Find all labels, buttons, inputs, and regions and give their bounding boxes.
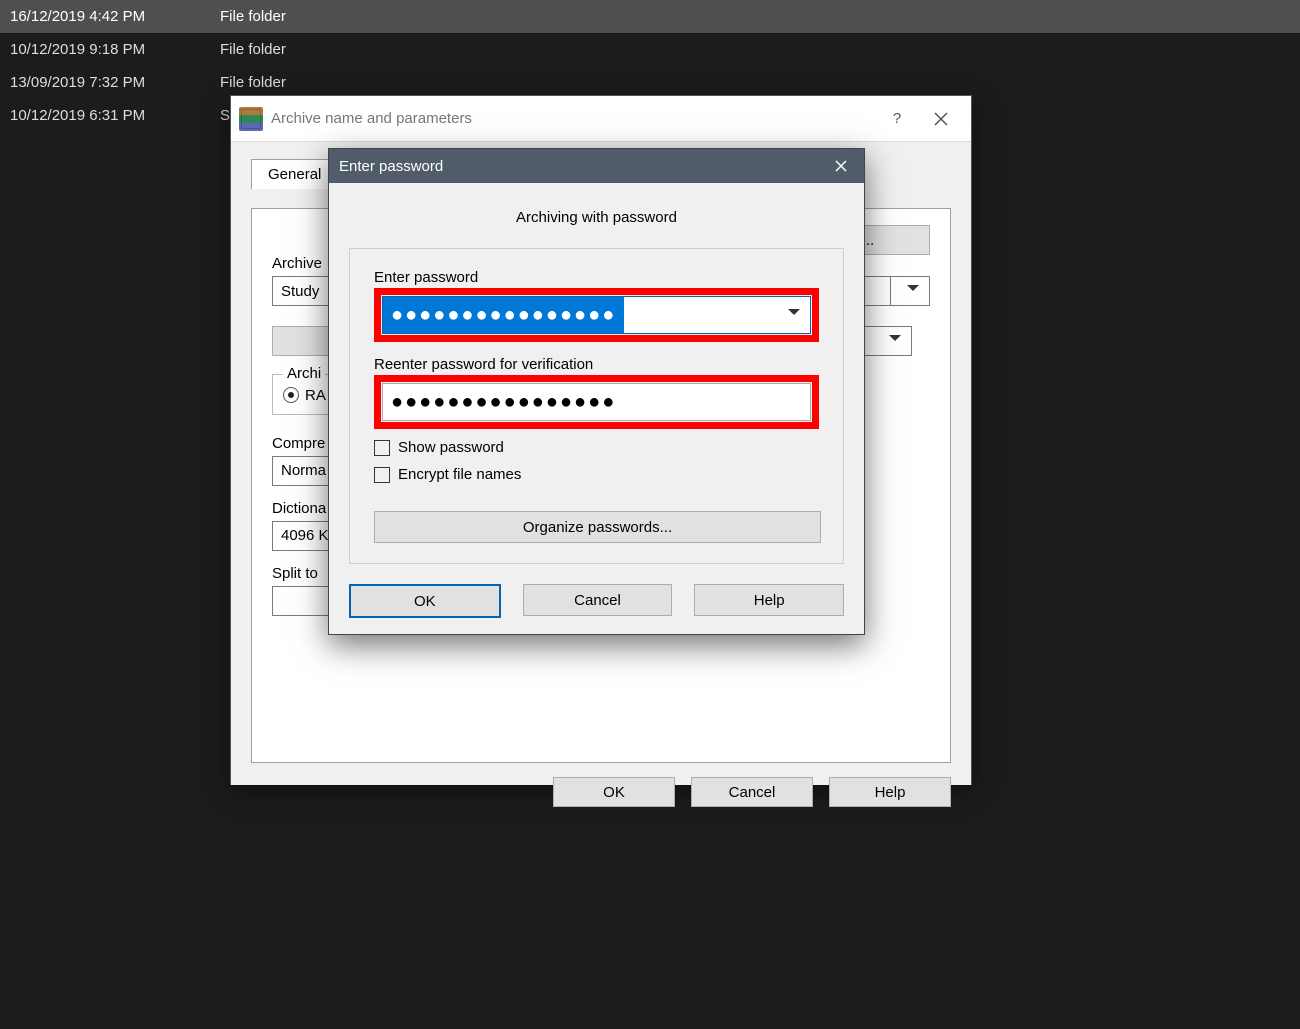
file-date: 13/09/2019 7:32 PM <box>0 74 210 91</box>
password-help-button[interactable]: Help <box>694 584 844 616</box>
format-rar-radio[interactable]: RA <box>283 387 326 404</box>
dialog-title: Archive name and parameters <box>271 110 472 127</box>
tab-general[interactable]: General <box>251 159 338 189</box>
password-subtitle: Archiving with password <box>349 209 844 226</box>
file-date: 10/12/2019 6:31 PM <box>0 107 210 124</box>
password-cancel-button[interactable]: Cancel <box>523 584 673 616</box>
file-type: File folder <box>210 74 286 91</box>
archive-ok-button[interactable]: OK <box>553 777 675 807</box>
reenter-password-label: Reenter password for verification <box>374 356 819 373</box>
password-group: Enter password ●●●●●●●●●●●●●●●● Reenter … <box>349 248 844 564</box>
password-ok-button[interactable]: OK <box>349 584 501 618</box>
file-date: 10/12/2019 9:18 PM <box>0 41 210 58</box>
show-password-checkbox[interactable]: Show password <box>374 439 819 456</box>
file-type: File folder <box>210 8 286 25</box>
help-icon[interactable]: ? <box>875 99 919 139</box>
table-row[interactable]: 16/12/2019 4:42 PM File folder <box>0 0 1300 33</box>
enter-password-label: Enter password <box>374 269 819 286</box>
file-type: File folder <box>210 41 286 58</box>
verify-password-masked: ●●●●●●●●●●●●●●●● <box>391 391 616 414</box>
winrar-icon <box>239 107 263 131</box>
format-rar-label: RA <box>305 387 326 404</box>
chevron-down-icon[interactable] <box>788 309 800 321</box>
encrypt-names-label: Encrypt file names <box>398 466 521 483</box>
show-password-label: Show password <box>398 439 504 456</box>
close-icon[interactable] <box>828 153 854 179</box>
highlight-box: ●●●●●●●●●●●●●●●● <box>374 375 819 429</box>
password-masked: ●●●●●●●●●●●●●●●● <box>391 304 616 327</box>
encrypt-names-checkbox[interactable]: Encrypt file names <box>374 466 819 483</box>
organize-passwords-button[interactable]: Organize passwords... <box>374 511 821 543</box>
verify-password-input[interactable]: ●●●●●●●●●●●●●●●● <box>382 383 811 421</box>
password-dialog: Enter password Archiving with password E… <box>328 148 865 635</box>
password-dialog-titlebar[interactable]: Enter password <box>329 149 864 183</box>
table-row[interactable]: 10/12/2019 9:18 PM File folder <box>0 33 1300 66</box>
password-input[interactable]: ●●●●●●●●●●●●●●●● <box>382 296 811 334</box>
archive-format-legend: Archi <box>283 365 325 382</box>
archive-cancel-button[interactable]: Cancel <box>691 777 813 807</box>
dialog-titlebar[interactable]: Archive name and parameters ? <box>231 96 971 142</box>
archive-help-button[interactable]: Help <box>829 777 951 807</box>
close-icon[interactable] <box>919 99 963 139</box>
password-dialog-title: Enter password <box>339 158 443 175</box>
highlight-box: ●●●●●●●●●●●●●●●● <box>374 288 819 342</box>
archive-name-dropdown[interactable] <box>890 276 930 306</box>
file-date: 16/12/2019 4:42 PM <box>0 8 210 25</box>
